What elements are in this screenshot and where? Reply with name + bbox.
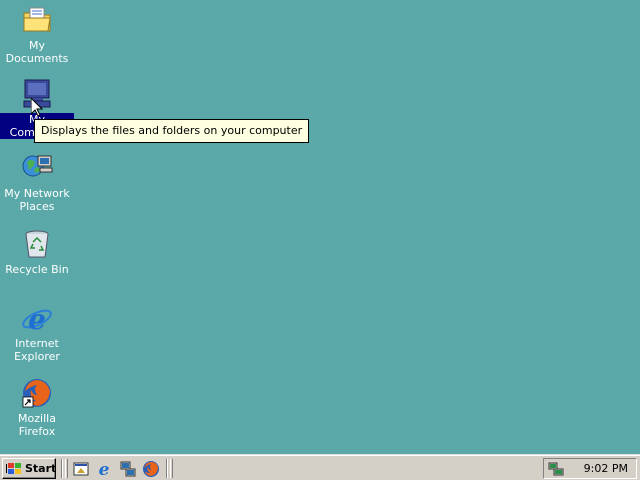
start-button[interactable]: Start bbox=[2, 458, 56, 479]
desktop-icon-label: My Network Places bbox=[4, 187, 70, 213]
taskbar-separator bbox=[166, 459, 168, 478]
svg-text:e: e bbox=[28, 303, 46, 334]
firefox-icon[interactable] bbox=[142, 460, 160, 478]
show-desktop-icon[interactable] bbox=[72, 460, 90, 478]
taskbar: Start e 9:02 PM bbox=[0, 454, 640, 480]
network-tray-icon[interactable] bbox=[548, 461, 564, 477]
tooltip: Displays the files and folders on your c… bbox=[34, 119, 310, 143]
quick-launch-grip[interactable] bbox=[65, 459, 68, 478]
windows-flag-icon bbox=[6, 462, 22, 476]
desktop-icon-label: Mozilla Firefox bbox=[18, 412, 56, 438]
network-icon[interactable] bbox=[119, 460, 137, 478]
desktop-icon-my-documents[interactable]: My Documents bbox=[0, 4, 74, 65]
desktop[interactable]: My Documents My Computer bbox=[0, 0, 640, 454]
desktop-icon-my-network-places[interactable]: My Network Places bbox=[0, 152, 74, 213]
desktop-icon-internet-explorer[interactable]: e Internet Explorer bbox=[0, 302, 74, 363]
folder-documents-icon bbox=[21, 4, 53, 36]
taskbar-separator bbox=[61, 459, 63, 478]
task-area-grip[interactable] bbox=[170, 459, 173, 478]
desktop-icon-label: My Documents bbox=[5, 39, 69, 65]
firefox-icon bbox=[21, 377, 53, 409]
svg-text:e: e bbox=[99, 460, 110, 478]
desktop-icon-label: Internet Explorer bbox=[14, 337, 60, 363]
network-places-icon bbox=[21, 152, 53, 184]
recycle-bin-icon bbox=[21, 228, 53, 260]
start-label: Start bbox=[25, 462, 57, 475]
internet-explorer-icon[interactable]: e bbox=[95, 460, 113, 480]
desktop-icon-label: Recycle Bin bbox=[5, 263, 69, 276]
desktop-icon-recycle-bin[interactable]: Recycle Bin bbox=[0, 228, 74, 276]
mouse-cursor-icon bbox=[31, 98, 43, 117]
system-tray: 9:02 PM bbox=[543, 458, 637, 479]
internet-explorer-icon: e bbox=[21, 302, 53, 336]
desktop-icon-mozilla-firefox[interactable]: Mozilla Firefox bbox=[0, 377, 74, 438]
clock[interactable]: 9:02 PM bbox=[584, 462, 628, 475]
